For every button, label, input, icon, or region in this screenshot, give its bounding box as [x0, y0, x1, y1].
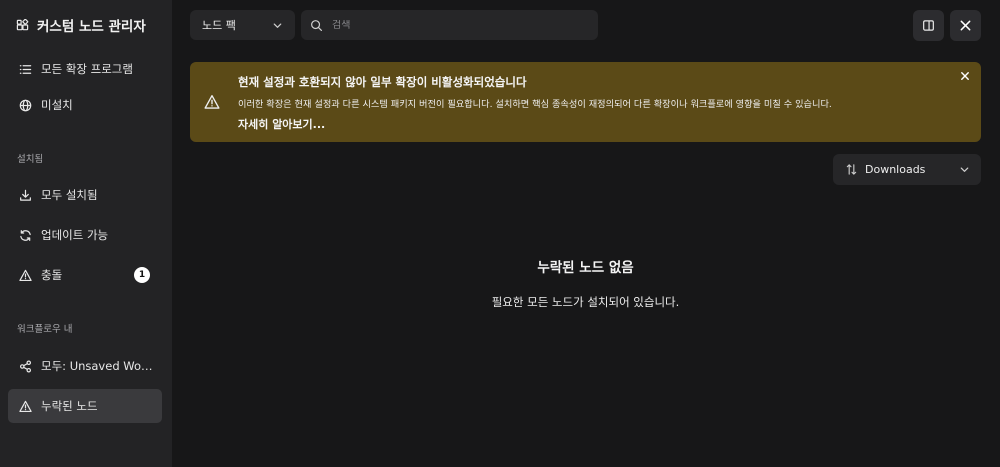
refresh-icon — [19, 229, 32, 242]
list-icon — [19, 63, 32, 76]
sidebar-item-workflow-all[interactable]: 모두: Unsaved Work... — [8, 349, 162, 383]
banner-title: 현재 설정과 호환되지 않아 일부 확장이 비활성화되었습니다 — [238, 75, 527, 89]
compatibility-warning-banner: 현재 설정과 호환되지 않아 일부 확장이 비활성화되었습니다 이러한 확장은 … — [190, 62, 981, 142]
sidebar-item-label: 모두 설치됨 — [41, 188, 98, 202]
sidebar-item-label: 업데이트 가능 — [41, 228, 109, 242]
sidebar: 커스텀 노드 관리자 모든 확장 프로그램 미설치 설치됨 모두 설치됨 업데이… — [0, 0, 172, 467]
section-label-workflow: 워크플로우 내 — [17, 324, 73, 335]
chevron-down-icon — [271, 19, 284, 32]
sidebar-item-label: 모두: Unsaved Work... — [41, 359, 153, 373]
app-title-text: 커스텀 노드 관리자 — [37, 19, 146, 35]
node-pack-select-value: 노드 팩 — [202, 19, 236, 32]
conflict-count-badge: 1 — [134, 267, 150, 283]
chevron-down-icon — [958, 163, 971, 176]
sidebar-item-label: 누락된 노드 — [41, 399, 98, 413]
puzzle-icon — [16, 18, 29, 32]
close-icon — [960, 71, 970, 81]
banner-description: 이러한 확장은 현재 설정과 다른 시스템 패키지 버전이 필요합니다. 설치하… — [238, 99, 832, 110]
sidebar-item-label: 모든 확장 프로그램 — [41, 62, 133, 76]
sort-icon — [845, 163, 858, 176]
warning-icon — [204, 94, 220, 110]
banner-close-button[interactable] — [957, 68, 973, 84]
empty-state-title: 누락된 노드 없음 — [537, 260, 634, 276]
empty-state-description: 필요한 모든 노드가 설치되어 있습니다. — [491, 295, 680, 309]
warning-icon — [19, 269, 32, 282]
download-icon — [19, 189, 32, 202]
sidebar-item-missing-nodes[interactable]: 누락된 노드 — [8, 389, 162, 423]
sidebar-item-updates[interactable]: 업데이트 가능 — [8, 218, 162, 252]
section-label-installed: 설치됨 — [17, 154, 44, 165]
sidebar-item-conflicts[interactable]: 충돌 1 — [8, 258, 162, 292]
warning-icon — [19, 400, 32, 413]
node-pack-select[interactable]: 노드 팩 — [190, 10, 295, 40]
sidebar-item-not-installed[interactable]: 미설치 — [8, 88, 162, 122]
toggle-panel-button[interactable] — [913, 10, 944, 41]
sidebar-item-label: 미설치 — [41, 98, 73, 112]
sort-select[interactable]: Downloads — [833, 154, 981, 185]
globe-icon — [19, 99, 32, 112]
share-icon — [19, 360, 32, 373]
sidebar-item-all-extensions[interactable]: 모든 확장 프로그램 — [8, 52, 162, 86]
close-dialog-button[interactable] — [950, 10, 981, 41]
search-box — [301, 10, 598, 40]
sidebar-item-label: 충돌 — [41, 268, 63, 282]
close-icon — [959, 19, 972, 32]
search-icon — [310, 19, 323, 32]
sidebar-item-all-installed[interactable]: 모두 설치됨 — [8, 178, 162, 212]
sidebar-panel-icon — [922, 19, 935, 32]
search-input[interactable] — [332, 19, 572, 31]
sort-select-value: Downloads — [865, 163, 926, 176]
app-title: 커스텀 노드 관리자 — [16, 16, 146, 35]
learn-more-link[interactable]: 자세히 알아보기... — [238, 116, 325, 132]
